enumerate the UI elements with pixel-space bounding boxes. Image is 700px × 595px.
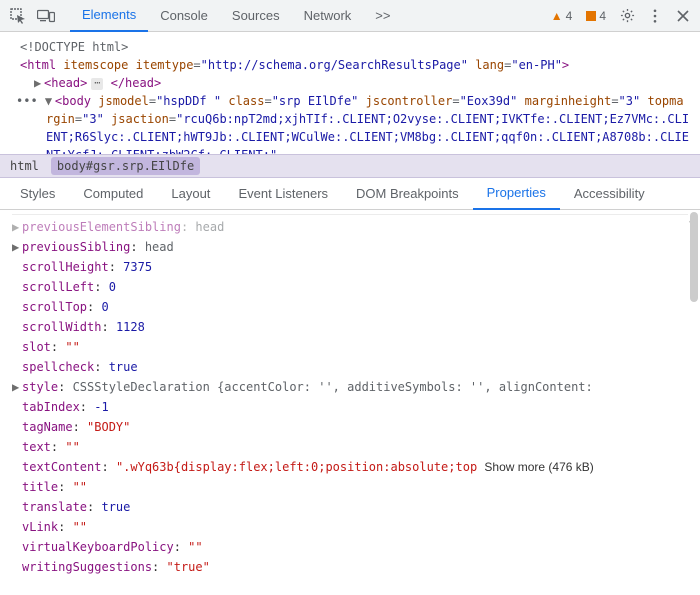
property-row[interactable]: tabIndex: -1 bbox=[12, 397, 688, 417]
info-icon bbox=[586, 11, 596, 21]
collapsed-dots-icon[interactable]: ⋯ bbox=[91, 78, 103, 90]
breadcrumb-item[interactable]: html bbox=[10, 159, 39, 173]
tab-elements[interactable]: Elements bbox=[70, 0, 148, 32]
property-row[interactable]: tagName: "BODY" bbox=[12, 417, 688, 437]
subtab-layout[interactable]: Layout bbox=[157, 178, 224, 210]
properties-panel[interactable]: ▶previousElementSibling: head ▶previousS… bbox=[0, 210, 700, 595]
inspect-icon[interactable] bbox=[6, 4, 30, 28]
property-row[interactable]: ▶previousSibling: head bbox=[12, 237, 688, 257]
sidebar-tabs: StylesComputedLayoutEvent ListenersDOM B… bbox=[0, 178, 700, 210]
property-dim-row: ▶previousElementSibling: head bbox=[12, 214, 688, 237]
subtab-event-listeners[interactable]: Event Listeners bbox=[224, 178, 342, 210]
property-row[interactable]: translate: true bbox=[12, 497, 688, 517]
scrollbar[interactable]: ▴ bbox=[688, 210, 698, 595]
dom-breadcrumb: html body#gsr.srp.EIlDfe bbox=[0, 154, 700, 178]
info-count-value: 4 bbox=[599, 9, 606, 23]
panel-tabs: Elements Console Sources Network >> bbox=[70, 0, 402, 32]
devtools-toolbar: Elements Console Sources Network >> ▲ 4 … bbox=[0, 0, 700, 32]
property-row[interactable]: scrollHeight: 7375 bbox=[12, 257, 688, 277]
close-icon[interactable] bbox=[672, 5, 694, 27]
kebab-menu-icon[interactable] bbox=[644, 5, 666, 27]
breadcrumb-item-selected[interactable]: body#gsr.srp.EIlDfe bbox=[51, 157, 200, 175]
subtab-styles[interactable]: Styles bbox=[6, 178, 69, 210]
property-row[interactable]: vLink: "" bbox=[12, 517, 688, 537]
property-row[interactable]: ▶style: CSSStyleDeclaration {accentColor… bbox=[12, 377, 688, 397]
dom-head[interactable]: ▶<head>⋯ </head> bbox=[10, 74, 690, 92]
warning-icon: ▲ bbox=[551, 9, 563, 23]
warning-count-value: 4 bbox=[566, 9, 573, 23]
property-row[interactable]: virtualKeyboardPolicy: "" bbox=[12, 537, 688, 557]
tab-console[interactable]: Console bbox=[148, 0, 220, 32]
info-count[interactable]: 4 bbox=[582, 9, 610, 23]
expand-caret-icon[interactable]: ▶ bbox=[34, 74, 44, 92]
subtab-properties[interactable]: Properties bbox=[473, 178, 560, 210]
property-row[interactable]: title: "" bbox=[12, 477, 688, 497]
property-row[interactable]: text: "" bbox=[12, 437, 688, 457]
warning-count[interactable]: ▲ 4 bbox=[547, 9, 577, 23]
property-row[interactable]: scrollTop: 0 bbox=[12, 297, 688, 317]
property-row[interactable]: writingSuggestions: "true" bbox=[12, 557, 688, 577]
property-row[interactable]: scrollWidth: 1128 bbox=[12, 317, 688, 337]
scrollbar-thumb[interactable] bbox=[690, 212, 698, 302]
subtab-accessibility[interactable]: Accessibility bbox=[560, 178, 659, 210]
show-more-link[interactable]: Show more (476 kB) bbox=[484, 460, 593, 474]
property-row[interactable]: textContent: ".wYq63b{display:flex;left:… bbox=[12, 457, 688, 477]
dom-doctype: <!DOCTYPE html> bbox=[10, 38, 690, 56]
tab-sources[interactable]: Sources bbox=[220, 0, 292, 32]
property-row[interactable]: spellcheck: true bbox=[12, 357, 688, 377]
property-row[interactable]: slot: "" bbox=[12, 337, 688, 357]
property-row[interactable]: scrollLeft: 0 bbox=[12, 277, 688, 297]
dom-html[interactable]: <html itemscope itemtype="http://schema.… bbox=[10, 56, 690, 74]
tab-network[interactable]: Network bbox=[292, 0, 364, 32]
tab-overflow[interactable]: >> bbox=[363, 0, 402, 32]
dom-tree[interactable]: <!DOCTYPE html> <html itemscope itemtype… bbox=[0, 32, 700, 154]
subtab-dom-breakpoints[interactable]: DOM Breakpoints bbox=[342, 178, 473, 210]
device-toggle-icon[interactable] bbox=[34, 4, 58, 28]
dom-body[interactable]: ••• ▼<body jsmodel="hspDDf " class="srp … bbox=[10, 92, 690, 154]
settings-icon[interactable] bbox=[616, 5, 638, 27]
subtab-computed[interactable]: Computed bbox=[69, 178, 157, 210]
